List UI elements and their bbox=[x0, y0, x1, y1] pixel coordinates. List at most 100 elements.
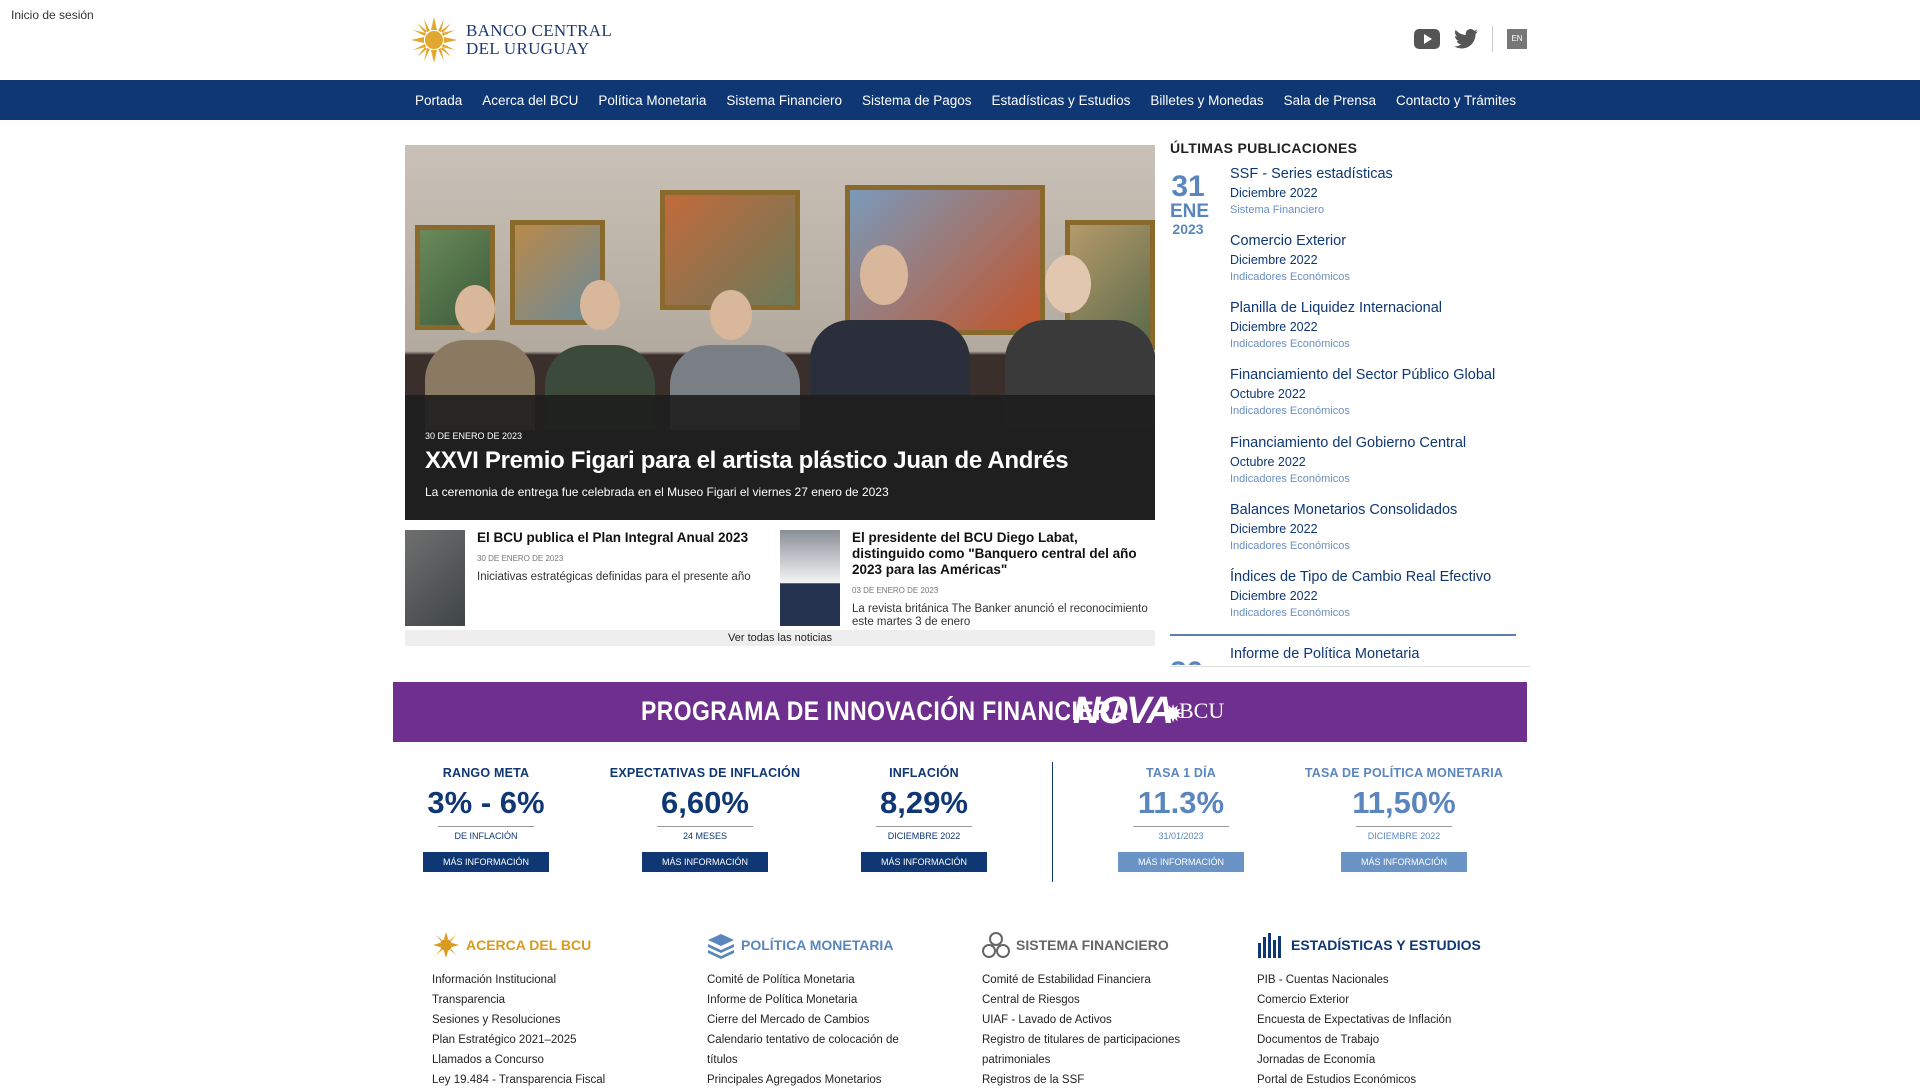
footer-link[interactable]: Cierre del Mercado de Cambios bbox=[707, 1010, 947, 1030]
nav-item-portada[interactable]: Portada bbox=[405, 93, 472, 108]
footer-link[interactable]: Comité de Política Monetaria bbox=[707, 970, 947, 990]
footer-link[interactable]: Información Institucional bbox=[432, 970, 672, 990]
footer-heading[interactable]: ACERCA DEL BCU bbox=[432, 930, 672, 960]
publication-title[interactable]: Balances Monetarios Consolidados bbox=[1230, 502, 1530, 518]
publications-scroll-edge bbox=[1170, 666, 1530, 667]
footer-links: Comité de Política Monetaria Informe de … bbox=[707, 970, 947, 1090]
publication-title[interactable]: Informe de Política Monetaria bbox=[1230, 646, 1530, 662]
publication-item[interactable]: Financiamiento del Sector Público Global… bbox=[1230, 367, 1530, 417]
more-info-button[interactable]: MÁS INFORMACIÓN bbox=[861, 852, 987, 872]
publication-item[interactable]: Informe de Política Monetaria bbox=[1230, 646, 1530, 662]
publication-category[interactable]: Indicadores Económicos bbox=[1230, 473, 1530, 485]
twitter-icon[interactable] bbox=[1454, 29, 1478, 49]
more-info-button[interactable]: MÁS INFORMACIÓN bbox=[1118, 852, 1244, 872]
language-button[interactable]: EN bbox=[1507, 29, 1527, 49]
footer-link[interactable]: Informe de Política Monetaria bbox=[707, 990, 947, 1010]
publication-title[interactable]: Financiamiento del Sector Público Global bbox=[1230, 367, 1530, 383]
bcu-logo[interactable]: BANCO CENTRAL DEL URUGUAY bbox=[410, 16, 612, 64]
footer-link[interactable]: Principales Agregados Monetarios bbox=[707, 1070, 947, 1090]
publication-item[interactable]: Comercio Exterior Diciembre 2022 Indicad… bbox=[1230, 233, 1530, 283]
news-thumbnail bbox=[405, 530, 465, 626]
publications-panel: ÚLTIMAS PUBLICACIONES 31 ENE 2023 SSF - … bbox=[1170, 140, 1530, 665]
indicator-label: EXPECTATIVAS DE INFLACIÓN bbox=[609, 766, 801, 780]
footer-link[interactable]: Plan Estratégico 2021–2025 bbox=[432, 1030, 672, 1050]
nav-item-sistema-pagos[interactable]: Sistema de Pagos bbox=[852, 93, 982, 108]
footer-link[interactable]: Sesiones y Resoluciones bbox=[432, 1010, 672, 1030]
news-desc: La revista británica The Banker anunció … bbox=[852, 603, 1148, 628]
publication-item[interactable]: Balances Monetarios Consolidados Diciemb… bbox=[1230, 502, 1530, 552]
news-title[interactable]: El BCU publica el Plan Integral Anual 20… bbox=[477, 530, 772, 584]
person-head bbox=[455, 285, 495, 333]
publication-title[interactable]: SSF - Series estadísticas bbox=[1230, 166, 1530, 182]
footer-link[interactable]: Comercio Exterior bbox=[1257, 990, 1497, 1010]
footer-link[interactable]: Registro de titulares de participaciones bbox=[982, 1030, 1222, 1050]
sun-icon bbox=[433, 932, 459, 958]
footer-link[interactable]: Central de Riesgos bbox=[982, 990, 1222, 1010]
indicator-tasa-politica: TASA DE POLÍTICA MONETARIA 11,50% DICIEM… bbox=[1304, 766, 1504, 872]
news-title[interactable]: El presidente del BCU Diego Labat, disti… bbox=[852, 530, 1152, 629]
more-info-button[interactable]: MÁS INFORMACIÓN bbox=[423, 852, 549, 872]
publication-item[interactable]: Planilla de Liquidez Internacional Dicie… bbox=[1230, 300, 1530, 350]
footer-link[interactable]: Jornadas de Economía bbox=[1257, 1050, 1497, 1070]
publication-category[interactable]: Indicadores Económicos bbox=[1230, 540, 1530, 552]
footer-link[interactable]: Llamados a Concurso bbox=[432, 1050, 672, 1070]
publication-category[interactable]: Indicadores Económicos bbox=[1230, 607, 1530, 619]
footer-link[interactable]: Calendario tentativo de colocación de bbox=[707, 1030, 947, 1050]
publication-item[interactable]: SSF - Series estadísticas Diciembre 2022… bbox=[1230, 166, 1530, 216]
nova-logo: NOVA bbox=[1073, 690, 1174, 732]
footer-link[interactable]: patrimoniales bbox=[982, 1050, 1222, 1070]
more-info-button[interactable]: MÁS INFORMACIÓN bbox=[642, 852, 768, 872]
nav-item-politica-monetaria[interactable]: Política Monetaria bbox=[588, 93, 716, 108]
news-date: 30 DE ENERO DE 2023 bbox=[477, 554, 564, 563]
footer-col-estadisticas: ESTADÍSTICAS Y ESTUDIOS PIB - Cuentas Na… bbox=[1257, 930, 1497, 1090]
footer-link[interactable]: PIB - Cuentas Nacionales bbox=[1257, 970, 1497, 990]
publication-category[interactable]: Sistema Financiero bbox=[1230, 204, 1530, 216]
news-item[interactable]: El BCU publica el Plan Integral Anual 20… bbox=[405, 530, 775, 626]
publication-title[interactable]: Índices de Tipo de Cambio Real Efectivo bbox=[1230, 569, 1530, 585]
hero-slider[interactable]: 30 DE ENERO DE 2023 XXVI Premio Figari p… bbox=[405, 145, 1155, 520]
sun-logo-icon bbox=[411, 17, 457, 63]
publication-item[interactable]: Índices de Tipo de Cambio Real Efectivo … bbox=[1230, 569, 1530, 619]
layers-icon bbox=[708, 934, 734, 959]
footer-link[interactable]: Encuesta de Expectativas de Inflación bbox=[1257, 1010, 1497, 1030]
nova-banner[interactable]: PROGRAMA DE INNOVACIÓN FINANCIERA NOVA ✹… bbox=[393, 682, 1527, 742]
publication-title[interactable]: Financiamiento del Gobierno Central bbox=[1230, 435, 1530, 451]
publication-category[interactable]: Indicadores Económicos bbox=[1230, 338, 1530, 350]
hero-title[interactable]: XXVI Premio Figari para el artista plást… bbox=[425, 447, 1135, 475]
publication-period: Diciembre 2022 bbox=[1230, 253, 1318, 267]
footer-link[interactable]: Portal de Estudios Económicos bbox=[1257, 1070, 1497, 1090]
footer-link[interactable]: Ley 19.484 - Transparencia Fiscal bbox=[432, 1070, 672, 1090]
footer-link[interactable]: Transparencia bbox=[432, 990, 672, 1010]
nav-item-billetes[interactable]: Billetes y Monedas bbox=[1140, 93, 1273, 108]
footer-link[interactable]: Registros de la SSF bbox=[982, 1070, 1222, 1090]
login-link[interactable]: Inicio de sesión bbox=[11, 8, 94, 22]
all-news-link[interactable]: Ver todas las noticias bbox=[405, 630, 1155, 646]
publication-title[interactable]: Planilla de Liquidez Internacional bbox=[1230, 300, 1530, 316]
nav-item-estadisticas[interactable]: Estadísticas y Estudios bbox=[982, 93, 1141, 108]
nav-item-sistema-financiero[interactable]: Sistema Financiero bbox=[716, 93, 852, 108]
nav-item-acerca[interactable]: Acerca del BCU bbox=[472, 93, 588, 108]
footer-link[interactable]: UIAF - Lavado de Activos bbox=[982, 1010, 1222, 1030]
footer-link[interactable]: Comité de Estabilidad Financiera bbox=[982, 970, 1222, 990]
footer-heading[interactable]: SISTEMA FINANCIERO bbox=[982, 930, 1222, 960]
publication-category[interactable]: Indicadores Económicos bbox=[1230, 405, 1530, 417]
footer-heading[interactable]: POLÍTICA MONETARIA bbox=[707, 930, 947, 960]
nav-item-contacto[interactable]: Contacto y Trámites bbox=[1386, 93, 1526, 108]
youtube-icon[interactable] bbox=[1414, 29, 1440, 49]
publication-item[interactable]: Financiamiento del Gobierno Central Octu… bbox=[1230, 435, 1530, 485]
footer-link[interactable]: títulos bbox=[707, 1050, 947, 1070]
more-info-button[interactable]: MÁS INFORMACIÓN bbox=[1341, 852, 1467, 872]
footer-col-politica: POLÍTICA MONETARIA Comité de Política Mo… bbox=[707, 930, 947, 1090]
footer-link[interactable]: Documentos de Trabajo bbox=[1257, 1030, 1497, 1050]
indicator-label: TASA DE POLÍTICA MONETARIA bbox=[1304, 766, 1504, 780]
nav-item-sala-prensa[interactable]: Sala de Prensa bbox=[1274, 93, 1386, 108]
publication-date-next: 30 bbox=[1170, 656, 1203, 665]
indicator-tasa-1-dia: TASA 1 DÍA 11.3% 31/01/2023 MÁS INFORMAC… bbox=[1081, 766, 1281, 872]
publication-category[interactable]: Indicadores Económicos bbox=[1230, 271, 1530, 283]
publications-heading: ÚLTIMAS PUBLICACIONES bbox=[1170, 140, 1358, 156]
logo-text: BANCO CENTRAL DEL URUGUAY bbox=[466, 22, 612, 58]
publication-title[interactable]: Comercio Exterior bbox=[1230, 233, 1530, 249]
footer-heading[interactable]: ESTADÍSTICAS Y ESTUDIOS bbox=[1257, 930, 1497, 960]
news-item[interactable]: El presidente del BCU Diego Labat, disti… bbox=[780, 530, 1155, 629]
indicator-value: 6,60% bbox=[661, 785, 749, 820]
